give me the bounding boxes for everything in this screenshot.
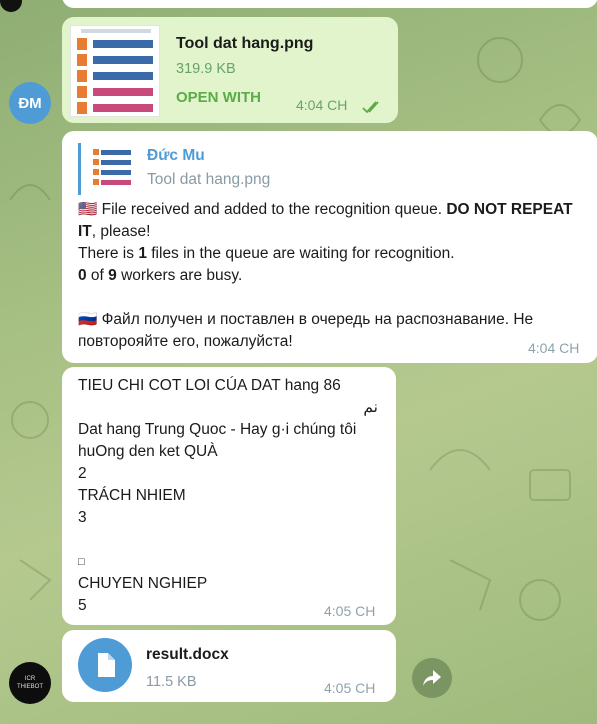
message-text: 🇺🇸 File received and added to the recogn… [78,199,578,353]
ocr-line: TIEU CHI COT LOI CÚA DAT hang 86 [78,377,341,394]
forward-button[interactable] [412,658,452,698]
reply-author: Đức Mu [147,147,205,164]
us-flag-icon: 🇺🇸 [78,201,98,218]
document-icon[interactable] [78,638,132,692]
file-size: 319.9 KB [176,61,236,77]
message-time: 4:04 CH [528,340,580,356]
bot-avatar[interactable]: ICR THIEBOT [9,662,51,704]
forward-icon [423,670,441,686]
ru-flag-icon: 🇷🇺 [78,311,98,328]
reply-file-name: Tool dat hang.png [147,171,271,188]
file-name: Tool dat hang.png [176,35,314,52]
workers-line: 0 of 9 workers are busy. [78,267,243,284]
file-thumbnail[interactable] [70,25,160,117]
ocr-result-message[interactable]: TIEU CHI COT LOI CÚA DAT hang 86 نم Dat … [62,367,396,625]
file-name: result.docx [146,646,229,663]
message-time: 4:04 CH [296,97,348,113]
ocr-line: 2 [78,465,87,482]
ocr-line: 3 [78,509,87,526]
ocr-line [78,529,384,551]
ocr-line: نم [363,399,378,416]
user-avatar[interactable]: ĐM [9,82,51,124]
file-size: 11.5 KB [146,674,197,690]
open-with-link[interactable]: OPEN WITH [176,89,261,106]
queue-line: There is 1 files in the queue are waitin… [78,245,455,262]
ocr-text: TIEU CHI COT LOI CÚA DAT hang 86 نم Dat … [78,375,384,617]
ocr-line: Dat hang Trung Quoc - Hay g·i chúng tôi [78,421,357,438]
double-check-icon [362,101,379,114]
result-file-message[interactable]: result.docx 11.5 KB 4:05 CH [62,630,396,702]
file-message-outgoing[interactable]: Tool dat hang.png 319.9 KB OPEN WITH 4:0… [62,17,398,123]
message-time: 4:05 CH [324,680,376,696]
reply-thumbnail [89,145,135,191]
document-glyph-icon [98,653,115,677]
bot-avatar-text: ICR THIEBOT [16,676,43,690]
previous-message-edge [62,0,597,8]
ocr-line: CHUYEN NGHIEP [78,575,208,592]
ocr-line: huOng den ket QUÀ [78,443,218,460]
avatar-initials: ĐM [18,94,42,112]
english-paragraph: 🇺🇸 File received and added to the recogn… [78,201,573,240]
russian-paragraph: 🇷🇺 Файл получен и поставлен в очередь на… [78,311,534,350]
ocr-line: TRÁCH NHIEM [78,487,186,504]
bot-avatar-top[interactable] [0,0,22,12]
bot-reply-message[interactable]: Đức Mu Tool dat hang.png 🇺🇸 File receive… [62,131,597,363]
reply-quote[interactable]: Đức Mu Tool dat hang.png [78,143,521,195]
ocr-line: □ [78,556,85,568]
message-time: 4:05 CH [324,603,376,619]
